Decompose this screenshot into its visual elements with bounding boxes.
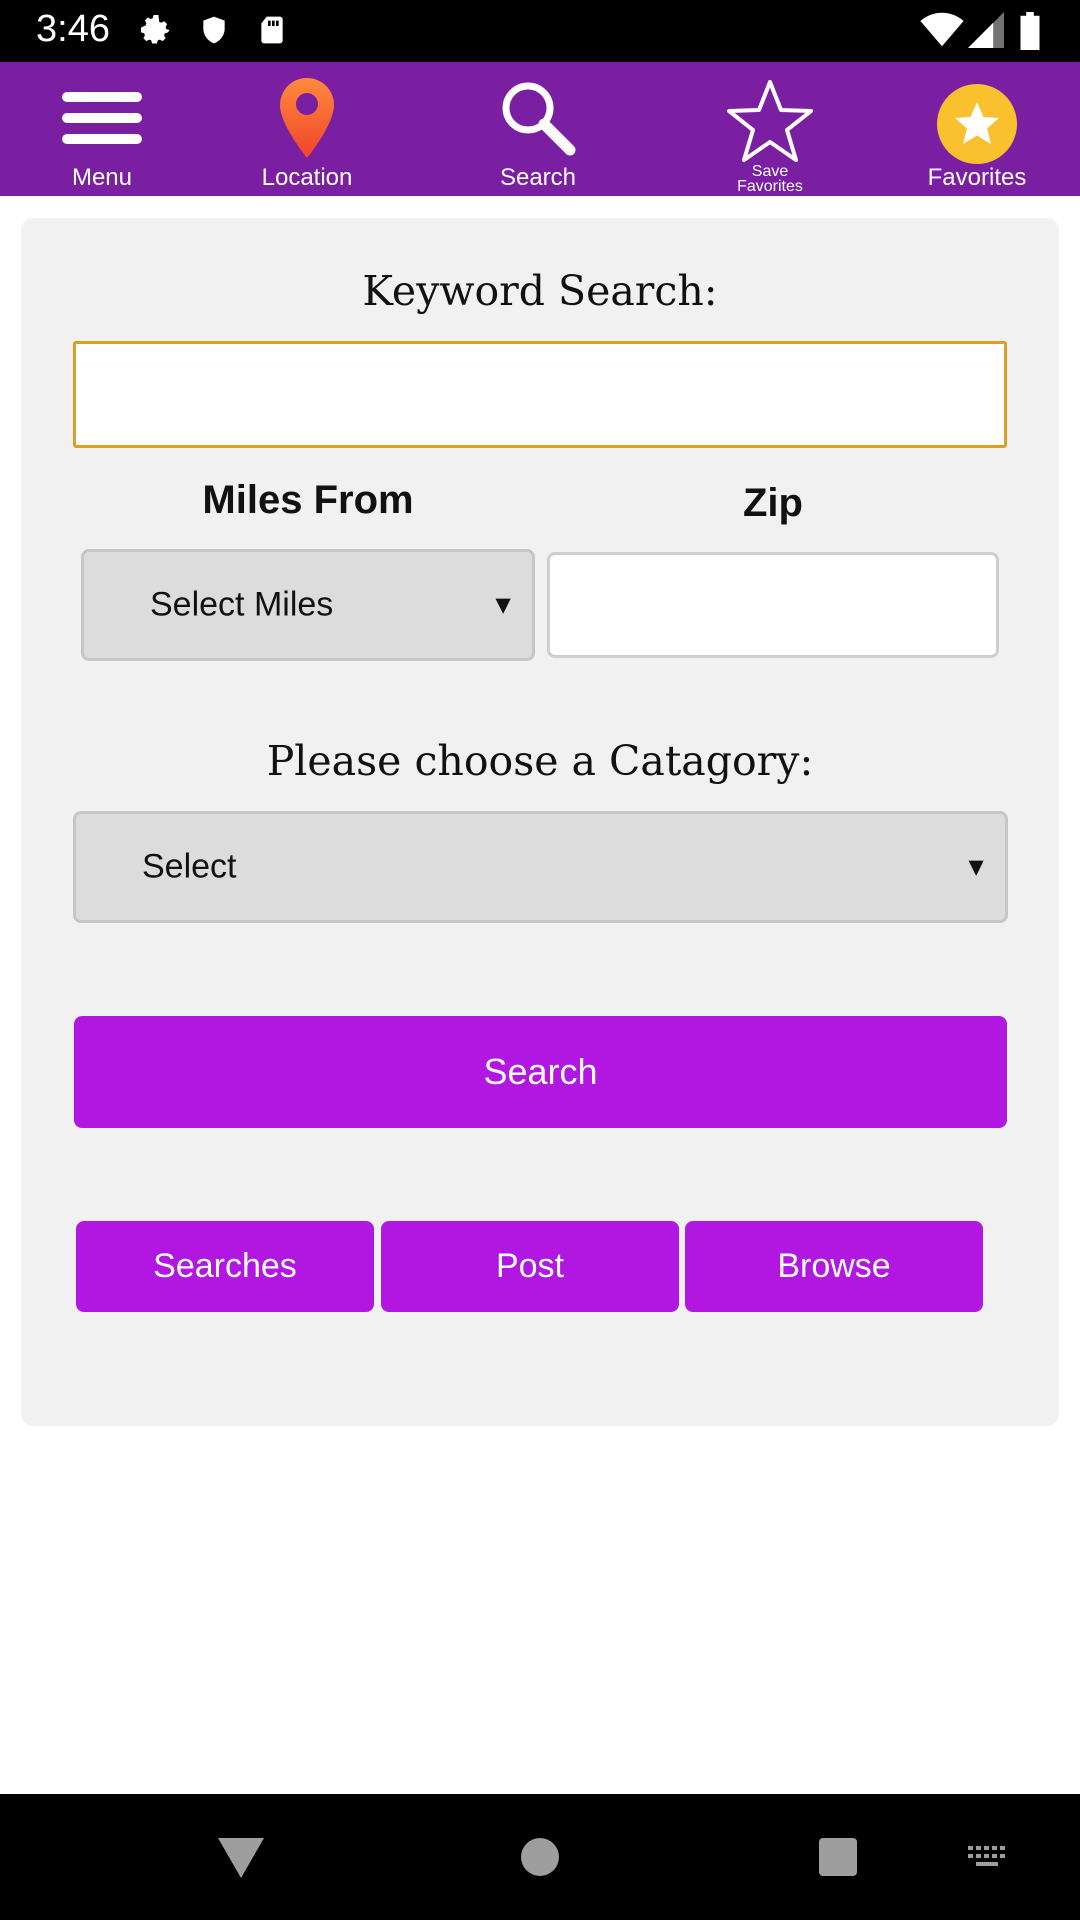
recents-icon[interactable] bbox=[817, 1836, 859, 1883]
nav-save-favorites[interactable]: Save Favorites bbox=[680, 62, 860, 196]
battery-icon bbox=[1018, 12, 1042, 55]
category-select-value: Select bbox=[142, 847, 237, 886]
nav-search-label: Search bbox=[499, 164, 577, 191]
top-nav-bar: Menu Location Search Save Favorites Favo… bbox=[0, 62, 1080, 196]
back-icon[interactable] bbox=[216, 1836, 266, 1885]
cell-signal-icon bbox=[968, 12, 1004, 53]
keyboard-icon[interactable] bbox=[966, 1844, 1010, 1875]
dropdown-arrow-icon: ▼ bbox=[490, 589, 516, 620]
nav-menu-label: Menu bbox=[71, 164, 133, 191]
nav-location[interactable]: Location bbox=[217, 62, 397, 196]
category-heading: Please choose a Catagory: bbox=[266, 737, 814, 785]
nav-favorites[interactable]: Favorites bbox=[887, 62, 1067, 196]
sd-card-icon bbox=[256, 12, 288, 53]
location-pin-icon bbox=[280, 78, 334, 158]
wifi-icon bbox=[920, 12, 964, 53]
miles-select-value: Select Miles bbox=[150, 585, 334, 624]
nav-location-label: Location bbox=[261, 164, 353, 191]
search-icon bbox=[502, 82, 576, 156]
status-bar: 3:46 bbox=[0, 0, 1080, 62]
system-nav-bar bbox=[0, 1794, 1080, 1920]
keyword-search-input[interactable] bbox=[73, 341, 1007, 448]
category-select[interactable]: Select ▼ bbox=[73, 811, 1008, 923]
nav-menu[interactable]: Menu bbox=[12, 62, 192, 196]
nav-save-favorites-label: Save Favorites bbox=[737, 163, 803, 195]
nav-search[interactable]: Search bbox=[448, 62, 628, 196]
menu-icon bbox=[62, 92, 142, 144]
settings-gear-icon bbox=[138, 12, 174, 53]
status-time: 3:46 bbox=[36, 8, 110, 50]
search-button[interactable]: Search bbox=[74, 1016, 1007, 1128]
star-outline-icon bbox=[727, 80, 813, 162]
miles-from-label: Miles From bbox=[202, 478, 414, 522]
zip-input[interactable] bbox=[547, 552, 999, 658]
dropdown-arrow-icon: ▼ bbox=[963, 851, 989, 882]
nav-favorites-label: Favorites bbox=[927, 164, 1027, 191]
post-button[interactable]: Post bbox=[381, 1221, 679, 1312]
zip-label: Zip bbox=[743, 481, 803, 525]
shield-icon bbox=[198, 12, 230, 53]
browse-button[interactable]: Browse bbox=[685, 1221, 983, 1312]
miles-select[interactable]: Select Miles ▼ bbox=[81, 549, 535, 661]
star-filled-icon bbox=[937, 84, 1017, 164]
keyword-search-heading: Keyword Search: bbox=[362, 267, 718, 315]
searches-button[interactable]: Searches bbox=[76, 1221, 374, 1312]
home-icon[interactable] bbox=[519, 1836, 561, 1883]
